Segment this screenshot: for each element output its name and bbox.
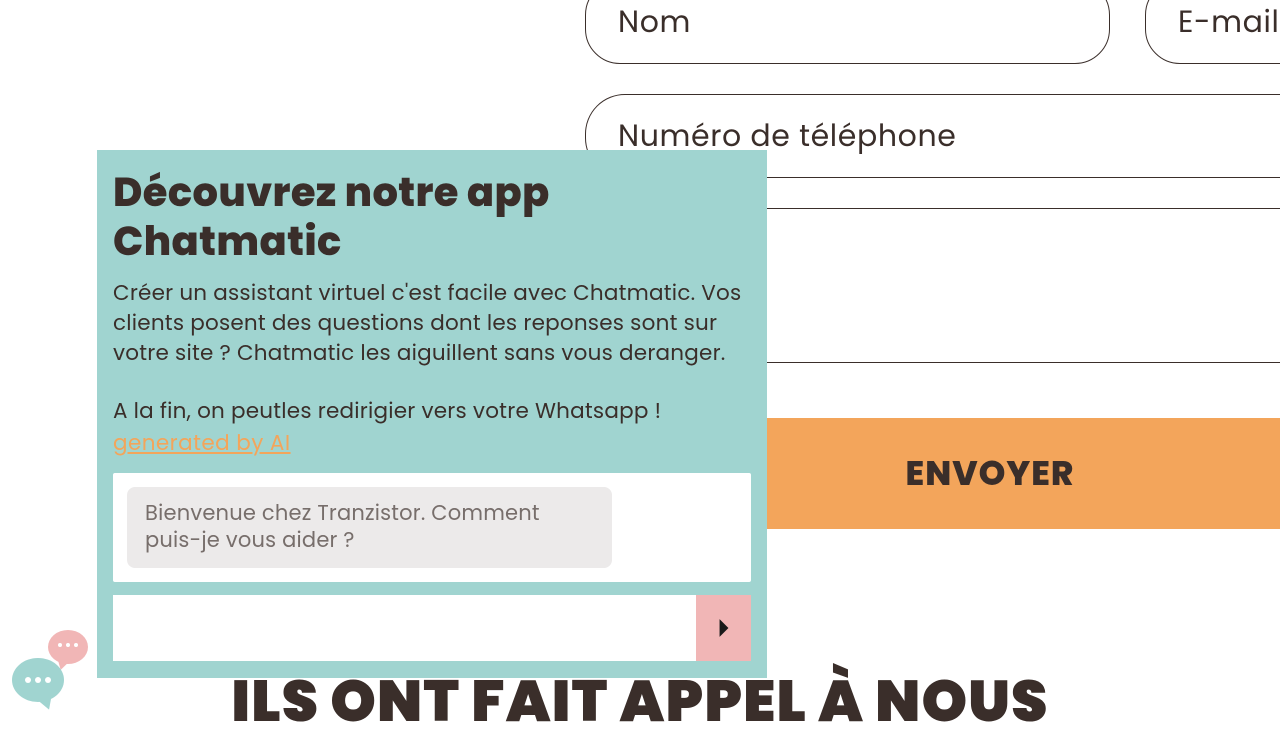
name-input[interactable] (585, 0, 1110, 64)
chat-input[interactable] (113, 595, 696, 661)
widget-description: Créer un assistant virtuel c'est facile … (113, 278, 751, 368)
arrow-right-icon (717, 618, 731, 638)
form-row (585, 0, 1280, 64)
chat-greeting-bubble: Bienvenue chez Tranzistor. Comment puis-… (127, 487, 612, 568)
generated-by-ai-link[interactable]: generated by AI (113, 426, 291, 459)
chat-container: Bienvenue chez Tranzistor. Comment puis-… (113, 473, 751, 582)
speech-bubble-icon (12, 658, 64, 702)
chat-input-row (113, 595, 751, 661)
speech-bubble-icon (48, 630, 88, 664)
chat-launcher-icon[interactable] (12, 630, 90, 708)
widget-heading: Découvrez notre app Chatmatic (113, 168, 751, 266)
chatmatic-widget: Découvrez notre app Chatmatic Créer un a… (97, 150, 767, 678)
widget-redirect-text: A la fin, on peutles redirigier vers vot… (113, 396, 751, 426)
email-input[interactable] (1145, 0, 1280, 64)
chat-send-button[interactable] (696, 595, 751, 661)
section-heading: ILS ONT FAIT APPEL À NOUS (231, 658, 1048, 745)
